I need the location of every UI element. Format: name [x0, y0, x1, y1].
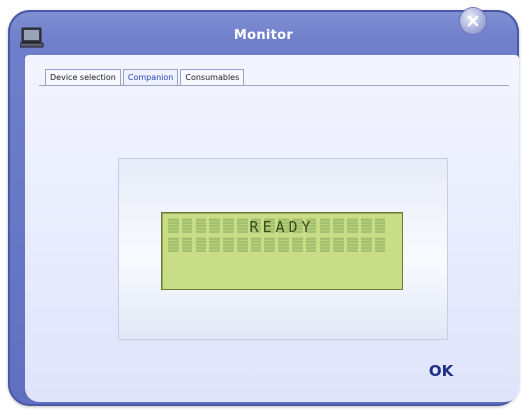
tab-consumables[interactable]: Consumables — [180, 69, 245, 85]
lcd-cell — [278, 237, 289, 252]
tab-device-selection[interactable]: Device selection — [45, 69, 121, 85]
ok-button[interactable]: OK — [421, 360, 461, 382]
lcd-cell — [347, 237, 358, 252]
close-button[interactable] — [460, 8, 486, 34]
lcd-cell — [305, 237, 317, 252]
tab-companion[interactable]: Companion — [122, 69, 179, 85]
lcd-cell — [374, 237, 386, 252]
lcd-cell — [360, 237, 372, 252]
lcd-cell — [195, 237, 207, 252]
lcd-status-text: READY — [249, 218, 315, 236]
lcd-cell — [333, 237, 344, 252]
lcd-cell — [250, 237, 262, 252]
tab-strip: Device selection Companion Consumables — [45, 69, 246, 85]
tab-divider — [39, 85, 509, 86]
close-icon — [467, 15, 479, 27]
lcd-cell — [319, 237, 331, 252]
lcd-cell — [264, 237, 276, 252]
monitor-window: Monitor Device selection Companion Consu… — [8, 8, 519, 406]
lcd-panel: READY — [118, 158, 448, 340]
lcd-cell — [181, 237, 193, 252]
lcd-cell — [236, 237, 248, 252]
lcd-cell — [292, 237, 303, 252]
lcd-row-2 — [168, 237, 389, 252]
lcd-cell — [223, 237, 234, 252]
title-bar: Monitor — [8, 10, 519, 56]
lcd-cell — [209, 237, 220, 252]
lcd-cell — [168, 237, 179, 252]
lcd-display: READY — [161, 212, 403, 290]
window-content: Device selection Companion Consumables R… — [25, 55, 519, 402]
window-title: Monitor — [233, 28, 294, 43]
